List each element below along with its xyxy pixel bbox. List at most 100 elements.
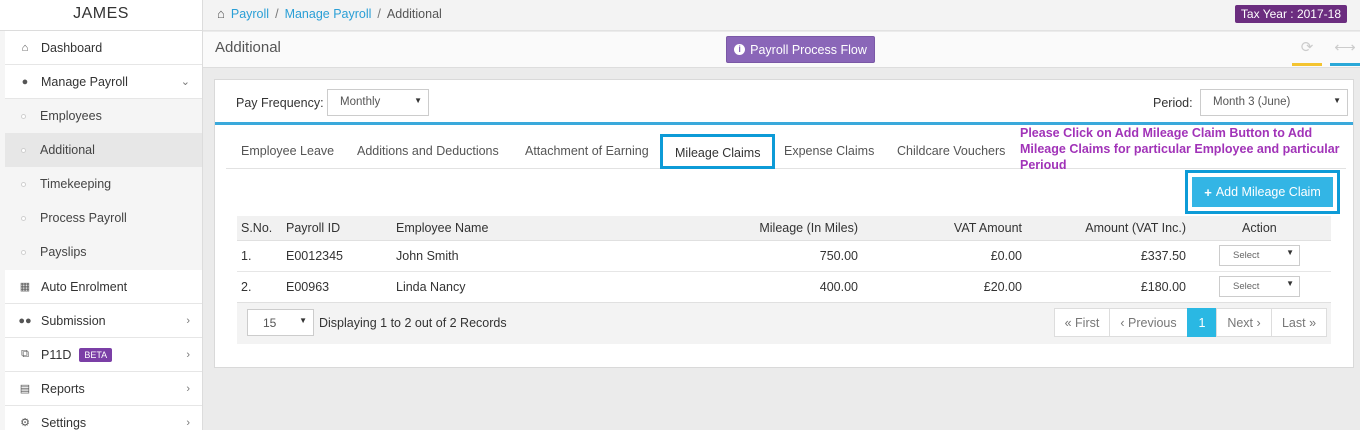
info-icon: i — [734, 44, 746, 55]
table-row: 2. E00963 Linda Nancy 400.00 £20.00 £180… — [237, 272, 1331, 303]
tab-childcare-vouchers[interactable]: Childcare Vouchers — [897, 144, 1005, 158]
table-footer: 15 ▼ Displaying 1 to 2 out of 2 Records … — [237, 302, 1331, 344]
sidebar-subitem-employees[interactable]: Employees — [5, 99, 202, 133]
plus-icon: + — [1204, 184, 1212, 200]
col-amount: Amount (VAT Inc.) — [1085, 221, 1186, 235]
refresh-icon[interactable]: ⟳ — [1292, 38, 1322, 66]
hint-text: Please Click on Add Mileage Claim Button… — [1020, 126, 1340, 172]
sidebar-item-dashboard[interactable]: ⌂ Dashboard — [5, 31, 202, 65]
cell-amount: £337.50 — [1140, 249, 1186, 263]
payroll-process-flow-button[interactable]: i Payroll Process Flow — [726, 36, 875, 63]
sidebar-subitem-timekeeping[interactable]: Timekeeping — [5, 167, 202, 201]
cell-payroll-id: E0012345 — [286, 249, 344, 263]
brand-name: JAMES — [0, 0, 202, 31]
pagination-first[interactable]: « First — [1054, 308, 1110, 337]
col-sno: S.No. — [241, 221, 273, 235]
sidebar-item-p11d[interactable]: ⧉ P11D BETA › — [5, 338, 202, 372]
cell-mileage: 400.00 — [819, 280, 858, 294]
breadcrumb: ⌂ Payroll / Manage Payroll / Additional — [217, 6, 442, 21]
cell-sno: 2. — [241, 280, 252, 294]
sidebar-subitem-additional[interactable]: Additional — [5, 133, 202, 167]
sidebar-item-submission[interactable]: ●● Submission › — [5, 304, 202, 338]
pay-frequency-select[interactable]: Monthly ▼ — [327, 89, 429, 116]
sidebar-subitem-label: Process Payroll — [40, 211, 127, 225]
action-select[interactable]: Select ▼ — [1219, 276, 1300, 297]
home-icon[interactable]: ⌂ — [217, 6, 225, 21]
tab-mileage-claims[interactable]: Mileage Claims — [660, 134, 776, 169]
records-display-text: Displaying 1 to 2 out of 2 Records — [319, 316, 507, 330]
pagination-last[interactable]: Last » — [1271, 308, 1327, 337]
cell-vat-amount: £0.00 — [990, 249, 1022, 263]
tab-additions-deductions[interactable]: Additions and Deductions — [357, 144, 499, 158]
col-action: Action — [1242, 221, 1277, 235]
grid-icon: ▦ — [19, 281, 31, 293]
action-select[interactable]: Select ▼ — [1219, 245, 1300, 266]
caret-down-icon: ▼ — [299, 316, 307, 325]
sidebar-item-label: Settings — [41, 415, 87, 430]
cell-employee-name: John Smith — [396, 249, 459, 263]
sidebar-subitem-process-payroll[interactable]: Process Payroll — [5, 201, 202, 235]
main-panel: Pay Frequency: Monthly ▼ Period: Month 3… — [214, 79, 1354, 368]
caret-down-icon: ▼ — [1333, 96, 1341, 105]
cell-mileage: 750.00 — [819, 249, 858, 263]
breadcrumb-manage-payroll[interactable]: Manage Payroll — [285, 7, 372, 21]
tab-employee-leave[interactable]: Employee Leave — [241, 144, 334, 158]
tax-year-badge: Tax Year : 2017-18 — [1234, 5, 1347, 23]
expand-icon[interactable]: ⟷ — [1330, 38, 1360, 66]
add-mileage-claim-button[interactable]: + Add Mileage Claim — [1192, 177, 1333, 207]
pagination: « First ‹ Previous 1 Next › Last » — [1054, 308, 1327, 337]
breadcrumb-payroll[interactable]: Payroll — [231, 7, 269, 21]
caret-down-icon: ▼ — [414, 96, 422, 105]
page-header: Additional i Payroll Process Flow ⟳ ⟷ — [203, 32, 1360, 68]
submenu-dot — [21, 250, 26, 255]
period-select[interactable]: Month 3 (June) ▼ — [1200, 89, 1348, 116]
submenu-dot — [21, 182, 26, 187]
caret-down-icon: ▼ — [1286, 279, 1294, 288]
pagination-next[interactable]: Next › — [1216, 308, 1272, 337]
action-select-value: Select — [1233, 250, 1260, 261]
sidebar-item-label: Dashboard — [41, 40, 103, 55]
flow-button-label: Payroll Process Flow — [750, 42, 867, 57]
action-select-value: Select — [1233, 281, 1260, 292]
beta-badge: BETA — [79, 347, 113, 362]
chevron-right-icon: › — [186, 348, 190, 361]
breadcrumb-bar: ⌂ Payroll / Manage Payroll / Additional … — [203, 0, 1360, 31]
breadcrumb-separator: / — [377, 6, 381, 21]
caret-down-icon: ▼ — [1286, 248, 1294, 257]
col-payroll-id: Payroll ID — [286, 221, 341, 235]
sidebar-item-manage-payroll[interactable]: ● Manage Payroll ⌄ — [5, 65, 202, 99]
cell-vat-amount: £20.00 — [983, 280, 1022, 294]
cell-sno: 1. — [241, 249, 252, 263]
copy-icon: ⧉ — [21, 348, 29, 360]
sidebar: JAMES ⌂ Dashboard ● Manage Payroll ⌄ Emp… — [0, 0, 203, 430]
sidebar-subitem-label: Timekeeping — [40, 177, 112, 191]
sidebar-item-label: Submission — [41, 313, 106, 328]
pagination-previous[interactable]: ‹ Previous — [1109, 308, 1188, 337]
submenu-dot — [21, 216, 26, 221]
table-row: 1. E0012345 John Smith 750.00 £0.00 £337… — [237, 241, 1331, 272]
page-size-select[interactable]: 15 ▼ — [247, 309, 314, 336]
report-icon: ▤ — [19, 383, 31, 395]
sidebar-item-settings[interactable]: ⚙ Settings › — [5, 406, 202, 430]
chevron-right-icon: › — [186, 382, 190, 395]
sidebar-subitem-payslips[interactable]: Payslips — [5, 235, 202, 269]
tab-expense-claims[interactable]: Expense Claims — [784, 144, 874, 158]
sidebar-subitem-label: Employees — [40, 109, 102, 123]
cell-payroll-id: E00963 — [286, 280, 330, 294]
sidebar-item-label: P11D — [41, 347, 72, 362]
period-label: Period: — [1153, 96, 1193, 110]
page-title: Additional — [215, 39, 281, 56]
sidebar-item-reports[interactable]: ▤ Reports › — [5, 372, 202, 406]
cell-employee-name: Linda Nancy — [396, 280, 466, 294]
submenu-dot — [21, 114, 26, 119]
chevron-right-icon: › — [186, 416, 190, 429]
tab-attachment-of-earning[interactable]: Attachment of Earning — [525, 144, 649, 158]
col-vat-amount: VAT Amount — [953, 221, 1022, 235]
sidebar-item-auto-enrolment[interactable]: ▦ Auto Enrolment — [5, 270, 202, 304]
sidebar-item-label: Auto Enrolment — [41, 279, 128, 294]
user-icon: ● — [21, 75, 29, 88]
add-button-label: Add Mileage Claim — [1215, 185, 1321, 199]
home-icon: ⌂ — [21, 41, 29, 54]
table-header-row: S.No. Payroll ID Employee Name Mileage (… — [237, 216, 1331, 241]
pagination-page-1[interactable]: 1 — [1187, 308, 1217, 337]
